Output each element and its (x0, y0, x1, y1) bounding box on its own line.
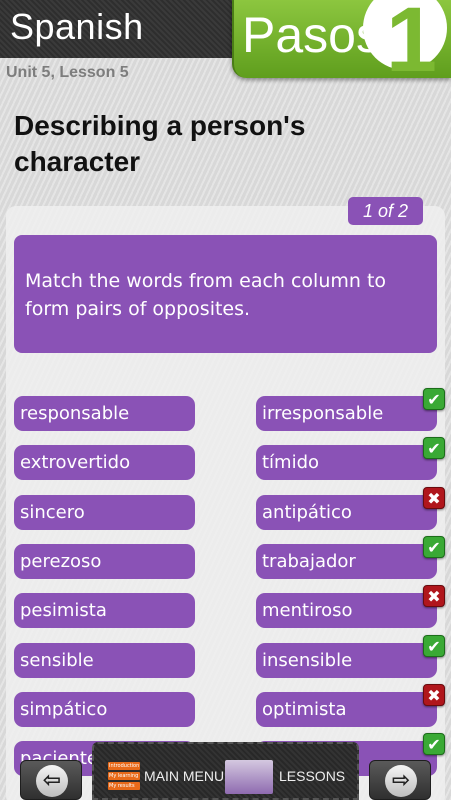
word-right[interactable]: antipático (256, 495, 437, 530)
next-button[interactable]: ⇨ (369, 760, 431, 800)
lessons-thumbnail[interactable] (225, 760, 273, 794)
word-left[interactable]: sincero (14, 495, 195, 530)
menu-thumb-item: My learning (108, 772, 140, 780)
brand-number: 1 (385, 0, 437, 91)
bottom-bar: ⇦ Introduction My learning My results MA… (0, 742, 451, 800)
word-right[interactable]: insensible (256, 643, 437, 678)
unit-label: Unit 5, Lesson 5 (6, 64, 129, 81)
check-icon: ✔ (423, 437, 445, 459)
page-counter: 1 of 2 (348, 197, 423, 225)
brand-logo: Pasos 1 (232, 0, 451, 86)
word-left[interactable]: pesimista (14, 593, 195, 628)
arrow-right-icon: ⇨ (385, 765, 417, 797)
menu-thumb-item: Introduction (108, 762, 140, 770)
word-right[interactable]: tímido (256, 445, 437, 480)
word-left[interactable]: perezoso (14, 544, 195, 579)
menu-bar: Introduction My learning My results MAIN… (92, 742, 359, 800)
word-left[interactable]: responsable (14, 396, 195, 431)
cross-icon: ✖ (423, 585, 445, 607)
word-left[interactable]: sensible (14, 643, 195, 678)
word-right[interactable]: irresponsable (256, 396, 437, 431)
prev-button[interactable]: ⇦ (20, 760, 82, 800)
lesson-title: Describing a person's character (14, 110, 306, 177)
subject-title: Spanish (10, 6, 144, 47)
instruction-box: Match the words from each column to form… (14, 235, 437, 353)
menu-thumb-item: My results (108, 782, 140, 790)
word-left[interactable]: extrovertido (14, 445, 195, 480)
check-icon: ✔ (423, 536, 445, 558)
main-menu-button[interactable]: MAIN MENU (144, 768, 224, 784)
check-icon: ✔ (423, 388, 445, 410)
word-left[interactable]: simpático (14, 692, 195, 727)
word-right[interactable]: trabajador (256, 544, 437, 579)
check-icon: ✔ (423, 635, 445, 657)
lessons-button[interactable]: LESSONS (279, 768, 345, 784)
main-menu-thumbnail[interactable]: Introduction My learning My results (108, 760, 140, 794)
brand-name: Pasos (242, 7, 381, 63)
word-right[interactable]: mentiroso (256, 593, 437, 628)
cross-icon: ✖ (423, 684, 445, 706)
arrow-left-icon: ⇦ (36, 765, 68, 797)
cross-icon: ✖ (423, 487, 445, 509)
word-right[interactable]: optimista (256, 692, 437, 727)
